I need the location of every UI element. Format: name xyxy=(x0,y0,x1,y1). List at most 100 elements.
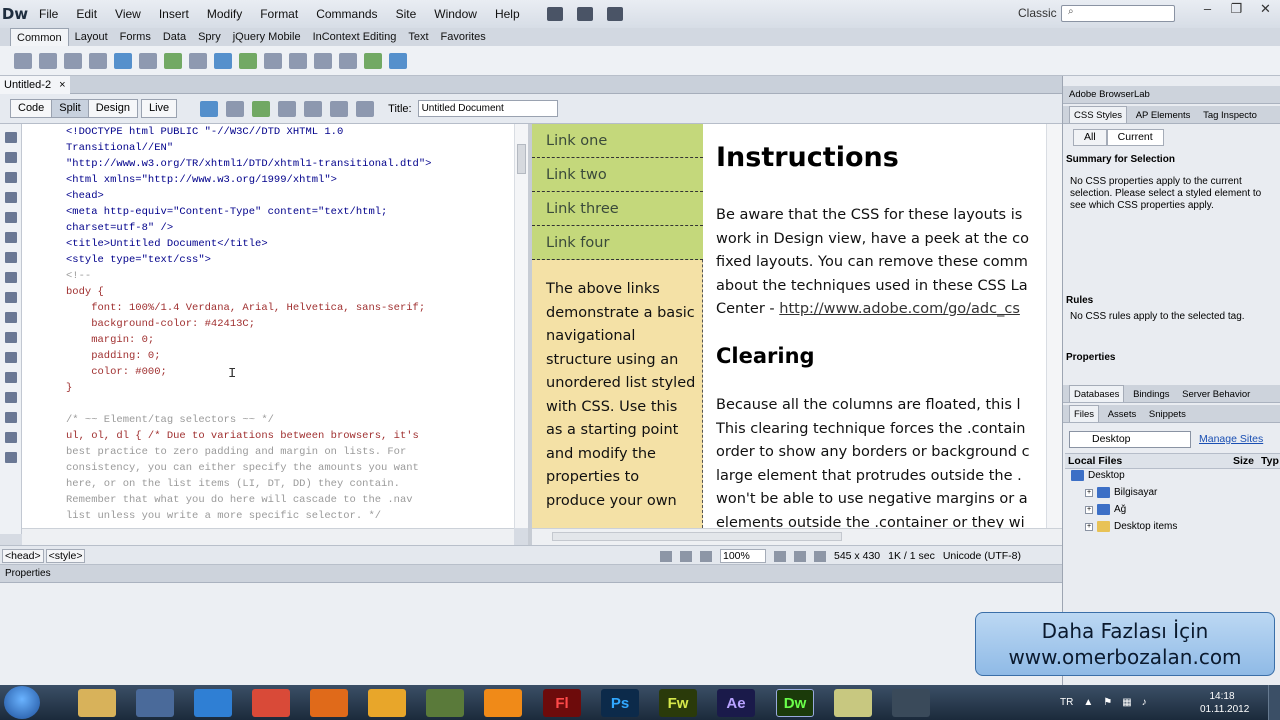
tab-forms[interactable]: Forms xyxy=(114,28,157,46)
clock[interactable]: 14:18 01.11.2012 xyxy=(1200,690,1249,716)
nav-link-one[interactable]: Link one xyxy=(532,124,703,158)
tab-text[interactable]: Text xyxy=(402,28,434,46)
close-tab-icon[interactable]: × xyxy=(59,76,65,94)
comment-icon[interactable] xyxy=(289,52,307,69)
horizontal-rule-icon[interactable] xyxy=(89,52,107,69)
properties-panel-header[interactable]: Properties xyxy=(0,565,1062,583)
server-side-include-icon[interactable] xyxy=(264,52,282,69)
start-button[interactable] xyxy=(4,686,40,719)
preview-browser-icon[interactable] xyxy=(226,100,245,117)
code-editor[interactable]: <!DOCTYPE html PUBLIC "-//W3C//DTD XHTML… xyxy=(60,124,514,528)
date-icon[interactable] xyxy=(239,52,257,69)
mobile-size-icon[interactable] xyxy=(774,550,786,562)
refresh-icon[interactable] xyxy=(356,100,375,117)
tab-jquery-mobile[interactable]: jQuery Mobile xyxy=(227,28,307,46)
syntax-coloring-icon[interactable] xyxy=(4,312,17,323)
multiscreen-icon[interactable] xyxy=(200,100,219,117)
select-parent-tag-icon[interactable] xyxy=(4,232,17,243)
zoom-tool-icon[interactable] xyxy=(700,550,712,562)
tab-bindings[interactable]: Bindings xyxy=(1129,386,1173,402)
language-indicator[interactable]: TR xyxy=(1060,697,1073,708)
auto-indent-icon[interactable] xyxy=(4,332,17,343)
tab-common[interactable]: Common xyxy=(10,28,69,46)
tab-css-styles[interactable]: CSS Styles xyxy=(1069,106,1128,123)
adobe-center-link[interactable]: http://www.adobe.com/go/adc_cs xyxy=(779,301,1020,317)
remove-comment-icon[interactable] xyxy=(4,372,17,383)
tab-layout[interactable]: Layout xyxy=(69,28,114,46)
menu-insert[interactable]: Insert xyxy=(150,0,198,28)
highlight-invalid-icon[interactable] xyxy=(4,292,17,303)
templates-icon[interactable] xyxy=(364,52,382,69)
design-horizontal-scrollbar[interactable] xyxy=(532,528,1062,545)
search-input[interactable]: ⌕ xyxy=(1061,5,1175,22)
chrome-icon[interactable] xyxy=(252,689,290,717)
tab-databases[interactable]: Databases xyxy=(1069,385,1125,402)
email-link-icon[interactable] xyxy=(39,52,57,69)
tab-files[interactable]: Files xyxy=(1069,405,1100,422)
tab-favorites[interactable]: Favorites xyxy=(435,28,492,46)
tab-tag-inspector[interactable]: Tag Inspecto xyxy=(1199,107,1261,123)
named-anchor-icon[interactable] xyxy=(64,52,82,69)
menu-format[interactable]: Format xyxy=(251,0,307,28)
expand-all-icon[interactable] xyxy=(4,212,17,223)
tab-assets[interactable]: Assets xyxy=(1104,406,1141,422)
document-tab[interactable]: Untitled-2 × xyxy=(0,76,70,94)
menu-file[interactable]: File xyxy=(30,0,67,28)
tab-data[interactable]: Data xyxy=(157,28,192,46)
design-vertical-scrollbar[interactable] xyxy=(1046,124,1062,528)
indent-code-icon[interactable] xyxy=(4,452,17,463)
script-icon[interactable] xyxy=(339,52,357,69)
gear-icon[interactable] xyxy=(576,7,593,21)
tree-item-desktop[interactable]: Desktop xyxy=(1071,470,1125,481)
select-tool-icon[interactable] xyxy=(660,550,672,562)
expand-icon[interactable]: + xyxy=(1085,522,1093,531)
tag-selector-head[interactable]: <head> xyxy=(2,549,44,563)
widget-icon[interactable] xyxy=(214,52,232,69)
column-type[interactable]: Typ xyxy=(1261,454,1279,468)
column-local-files[interactable]: Local Files xyxy=(1068,454,1122,468)
site-icon[interactable] xyxy=(606,7,623,21)
balance-braces-icon[interactable] xyxy=(4,252,17,263)
browserlab-panel-header[interactable]: Adobe BrowserLab xyxy=(1063,86,1280,104)
apply-comment-icon[interactable] xyxy=(4,352,17,363)
tab-incontext-editing[interactable]: InContext Editing xyxy=(307,28,403,46)
check-browser-icon[interactable] xyxy=(304,100,323,117)
camtasia-icon[interactable] xyxy=(426,689,464,717)
site-select[interactable]: Desktop xyxy=(1069,431,1191,448)
app-icon[interactable] xyxy=(484,689,522,717)
media-player-icon[interactable] xyxy=(368,689,406,717)
tab-snippets[interactable]: Snippets xyxy=(1145,406,1190,422)
w3c-validation-icon[interactable] xyxy=(278,100,297,117)
table-icon[interactable] xyxy=(114,52,132,69)
code-vertical-scrollbar[interactable] xyxy=(514,124,528,528)
nav-link-two[interactable]: Link two xyxy=(532,158,703,192)
move-css-icon[interactable] xyxy=(4,432,17,443)
tab-spry[interactable]: Spry xyxy=(192,28,227,46)
manage-sites-link[interactable]: Manage Sites xyxy=(1199,433,1263,445)
internet-explorer-icon[interactable] xyxy=(194,689,232,717)
collapse-tag-icon[interactable] xyxy=(4,172,17,183)
scroll-thumb[interactable] xyxy=(552,532,842,541)
recent-snippets-icon[interactable] xyxy=(4,412,17,423)
tree-item-desktop-items[interactable]: + Desktop items xyxy=(1085,521,1177,532)
window-size[interactable]: 545 x 430 xyxy=(834,550,880,562)
menu-window[interactable]: Window xyxy=(425,0,486,28)
column-size[interactable]: Size xyxy=(1233,454,1254,468)
show-code-navigator-icon[interactable] xyxy=(4,152,17,163)
tree-item-bilgisayar[interactable]: + Bilgisayar xyxy=(1085,487,1157,498)
flag-icon[interactable]: ⚑ xyxy=(1103,697,1112,708)
menu-view[interactable]: View xyxy=(106,0,150,28)
nav-link-four[interactable]: Link four xyxy=(532,226,703,260)
file-management-icon[interactable] xyxy=(252,100,271,117)
fireworks-icon[interactable]: Fw xyxy=(659,689,697,717)
split-view-button[interactable]: Split xyxy=(51,99,89,118)
wrap-tag-icon[interactable] xyxy=(4,392,17,403)
all-button[interactable]: All xyxy=(1073,129,1107,146)
menu-modify[interactable]: Modify xyxy=(198,0,251,28)
design-view-button[interactable]: Design xyxy=(87,99,138,118)
workspace-switcher[interactable]: Classic xyxy=(1018,6,1057,20)
tablet-size-icon[interactable] xyxy=(794,550,806,562)
line-numbers-icon[interactable] xyxy=(4,272,17,283)
document-title-input[interactable]: Untitled Document xyxy=(417,100,558,117)
dreamweaver-taskbar-icon[interactable]: Dw xyxy=(776,689,814,717)
